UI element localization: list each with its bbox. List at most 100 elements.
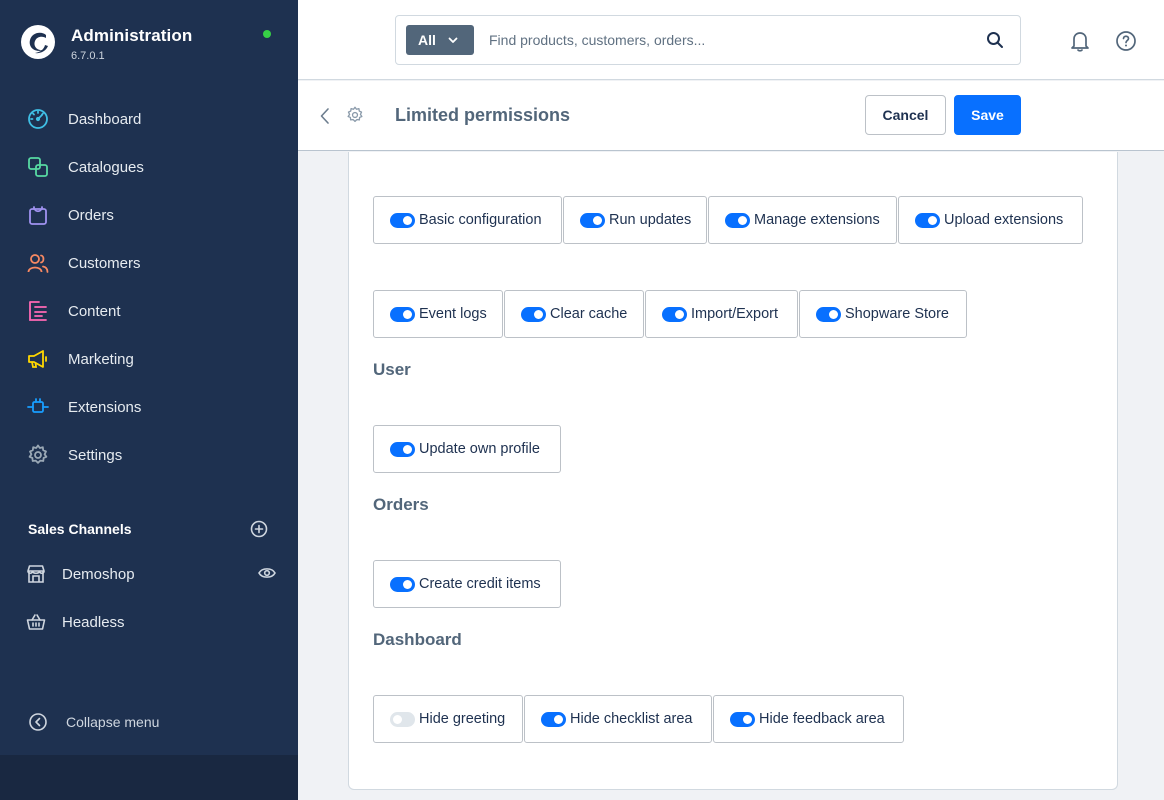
permission-hide-greeting[interactable]: Hide greeting xyxy=(373,695,523,743)
shopware-logo-icon xyxy=(21,25,55,59)
add-sales-channel-icon[interactable] xyxy=(250,520,268,538)
toggle-switch[interactable] xyxy=(725,212,750,228)
permission-hide-checklist-area[interactable]: Hide checklist area xyxy=(524,695,712,743)
sidebar-item-orders[interactable]: Orders xyxy=(0,191,298,239)
toggle-switch[interactable] xyxy=(390,441,415,457)
permission-label: Update own profile xyxy=(419,441,540,457)
permission-create-credit-items[interactable]: Create credit items xyxy=(373,560,561,608)
sidebar-item-customers[interactable]: Customers xyxy=(0,239,298,287)
permission-shopware-store[interactable]: Shopware Store xyxy=(799,290,967,338)
section-title-orders: Orders xyxy=(373,495,429,514)
app-version: 6.7.0.1 xyxy=(71,50,105,62)
search-icon[interactable] xyxy=(986,31,1004,49)
app-title: Administration xyxy=(71,26,193,45)
sales-channels-title: Sales Channels xyxy=(28,521,132,537)
sidebar-item-catalogues[interactable]: Catalogues xyxy=(0,143,298,191)
help-icon[interactable] xyxy=(1115,30,1137,52)
sidebar: Administration 6.7.0.1 Dashboard Catalog… xyxy=(0,0,298,800)
sidebar-item-dashboard[interactable]: Dashboard xyxy=(0,95,298,143)
collapse-menu-button[interactable]: Collapse menu xyxy=(28,712,159,732)
eye-icon[interactable] xyxy=(258,566,276,580)
permission-run-updates[interactable]: Run updates xyxy=(563,196,707,244)
permission-manage-extensions[interactable]: Manage extensions xyxy=(708,196,897,244)
sales-channel-demoshop[interactable]: Demoshop xyxy=(26,564,276,584)
global-search: All xyxy=(395,15,1021,65)
users-icon xyxy=(26,251,50,275)
megaphone-icon xyxy=(26,347,50,371)
sales-channels-header: Sales Channels xyxy=(28,520,268,538)
sidebar-item-label: Customers xyxy=(68,254,141,272)
sales-channel-headless[interactable]: Headless xyxy=(26,612,276,632)
cancel-button[interactable]: Cancel xyxy=(865,95,946,135)
permission-clear-cache[interactable]: Clear cache xyxy=(504,290,644,338)
permission-label: Shopware Store xyxy=(845,306,949,322)
toggle-switch[interactable] xyxy=(662,306,687,322)
permission-label: Clear cache xyxy=(550,306,628,322)
permission-row-system-2: Event logs Clear cache Import/Export Sho… xyxy=(373,290,968,338)
search-type-dropdown[interactable]: All xyxy=(406,25,474,55)
sidebar-item-extensions[interactable]: Extensions xyxy=(0,383,298,431)
search-input[interactable] xyxy=(489,32,969,48)
permission-label: Upload extensions xyxy=(944,212,1064,228)
permission-label: Basic configuration xyxy=(419,212,542,228)
toggle-switch[interactable] xyxy=(816,306,841,322)
permission-label: Hide feedback area xyxy=(759,711,885,727)
sidebar-item-label: Orders xyxy=(68,206,114,224)
permission-row-system-1: Basic configuration Run updates Manage e… xyxy=(373,196,1084,244)
toggle-switch[interactable] xyxy=(521,306,546,322)
permission-label: Manage extensions xyxy=(754,212,880,228)
permission-event-logs[interactable]: Event logs xyxy=(373,290,503,338)
chevron-down-icon xyxy=(448,37,458,43)
back-icon[interactable] xyxy=(318,106,332,126)
permission-hide-feedback-area[interactable]: Hide feedback area xyxy=(713,695,904,743)
basket-icon xyxy=(26,614,46,630)
permission-label: Run updates xyxy=(609,212,692,228)
sidebar-item-label: Marketing xyxy=(68,350,134,368)
toggle-switch[interactable] xyxy=(730,711,755,727)
sales-channel-label: Headless xyxy=(62,613,125,631)
sidebar-item-content[interactable]: Content xyxy=(0,287,298,335)
toggle-switch[interactable] xyxy=(580,212,605,228)
content-icon xyxy=(26,299,50,323)
permission-import-export[interactable]: Import/Export xyxy=(645,290,798,338)
shopping-bag-icon xyxy=(26,203,50,227)
gear-icon xyxy=(26,443,50,467)
save-button[interactable]: Save xyxy=(954,95,1021,135)
permissions-card: Basic configuration Run updates Manage e… xyxy=(348,152,1118,790)
sidebar-item-label: Content xyxy=(68,302,121,320)
toggle-switch[interactable] xyxy=(915,212,940,228)
sidebar-item-label: Extensions xyxy=(68,398,142,416)
permission-update-own-profile[interactable]: Update own profile xyxy=(373,425,561,473)
plugin-icon xyxy=(26,395,50,419)
sidebar-item-settings[interactable]: Settings xyxy=(0,431,298,479)
online-status-dot xyxy=(263,30,271,38)
toggle-switch[interactable] xyxy=(390,306,415,322)
toggle-switch[interactable] xyxy=(541,711,566,727)
smart-bar: Limited permissions Cancel Save xyxy=(298,81,1164,151)
page-title: Limited permissions xyxy=(395,105,571,125)
toggle-switch[interactable] xyxy=(390,711,415,727)
toggle-switch[interactable] xyxy=(390,576,415,592)
sidebar-item-label: Catalogues xyxy=(68,158,144,176)
products-icon xyxy=(26,155,50,179)
collapse-menu-label: Collapse menu xyxy=(66,714,160,730)
sales-channel-label: Demoshop xyxy=(62,565,135,583)
sidebar-item-marketing[interactable]: Marketing xyxy=(0,335,298,383)
toggle-switch[interactable] xyxy=(390,212,415,228)
permission-row-user: Update own profile xyxy=(373,425,562,473)
main-nav: Dashboard Catalogues Orders Customers Co… xyxy=(0,95,298,479)
gauge-icon xyxy=(26,107,50,131)
permission-row-orders: Create credit items xyxy=(373,560,562,608)
permission-label: Create credit items xyxy=(419,576,541,592)
permission-label: Import/Export xyxy=(691,306,779,322)
sidebar-item-label: Settings xyxy=(68,446,123,464)
brand[interactable]: Administration 6.7.0.1 xyxy=(20,24,192,62)
search-type-label: All xyxy=(418,32,436,48)
sidebar-footer-strip xyxy=(0,755,298,800)
permission-basic-configuration[interactable]: Basic configuration xyxy=(373,196,562,244)
collapse-icon xyxy=(29,713,47,731)
permission-upload-extensions[interactable]: Upload extensions xyxy=(898,196,1083,244)
storefront-icon xyxy=(27,565,45,583)
bell-icon[interactable] xyxy=(1068,29,1092,53)
permission-row-dashboard: Hide greeting Hide checklist area Hide f… xyxy=(373,695,905,743)
